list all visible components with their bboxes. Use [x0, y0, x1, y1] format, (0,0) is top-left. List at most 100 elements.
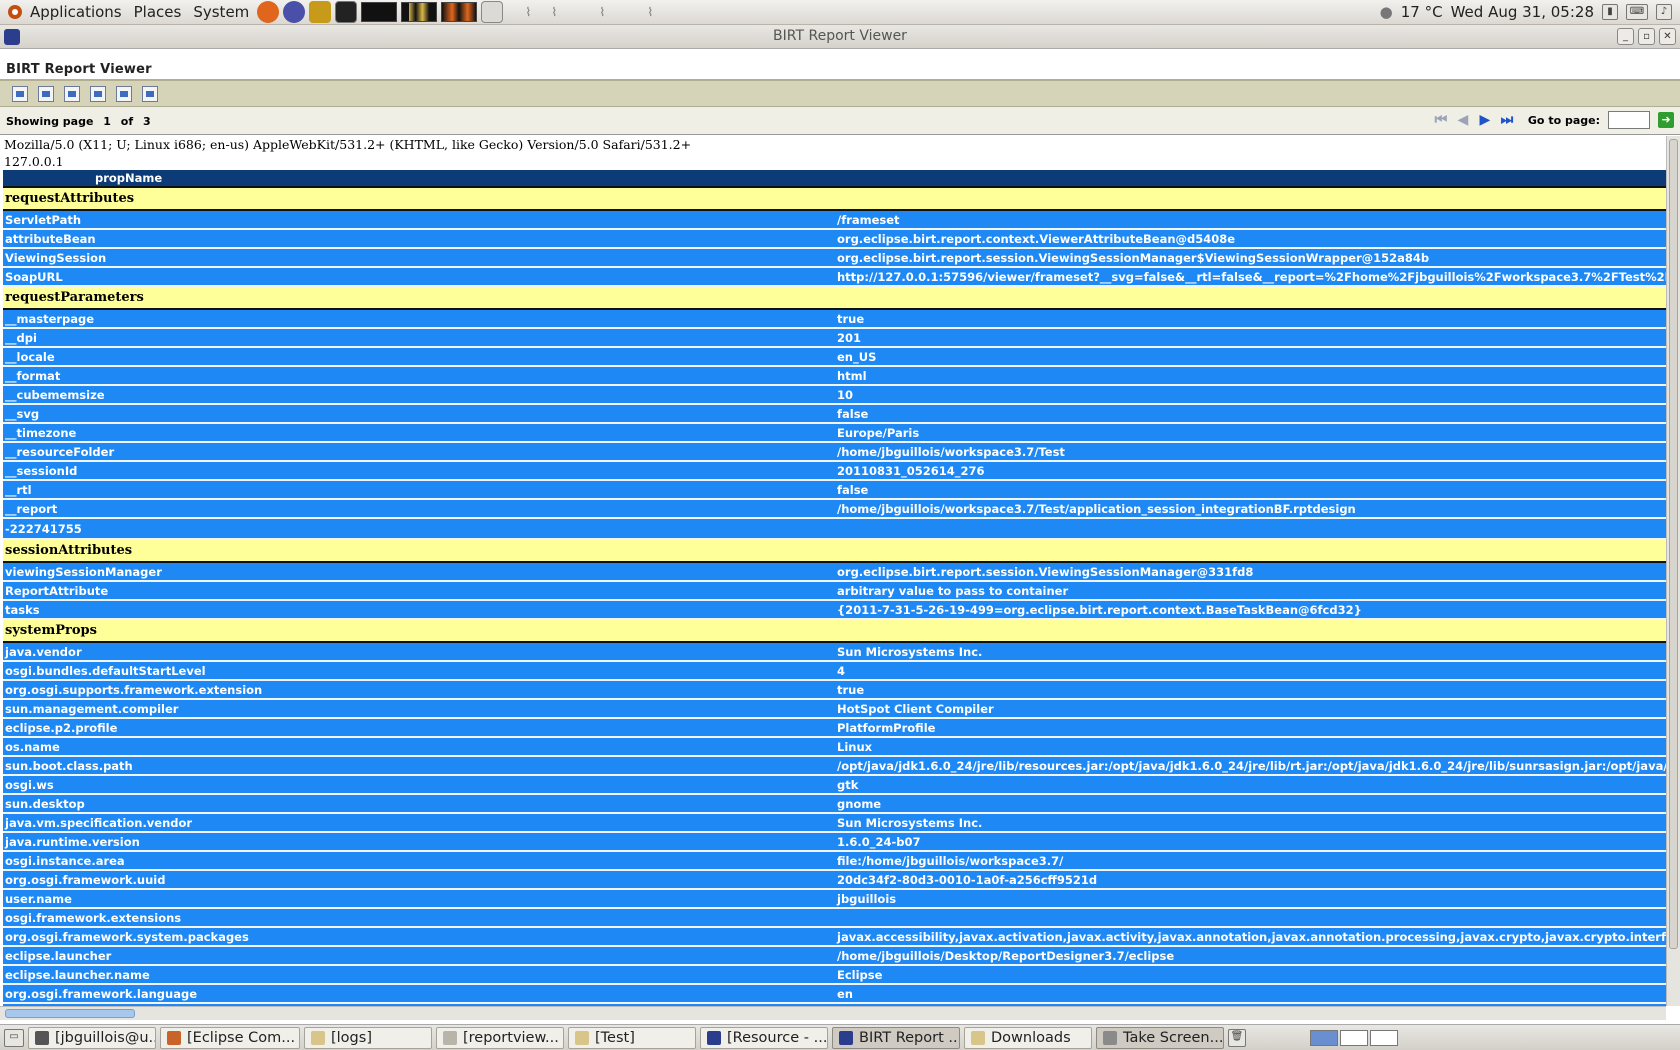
prop-name: osgi.bundles.defaultStartLevel: [3, 661, 835, 681]
horizontal-scrollbar[interactable]: [0, 1006, 1666, 1020]
showing-label: Showing page: [6, 115, 94, 128]
prop-name: __cubememsize: [3, 385, 835, 405]
prop-value: true: [835, 309, 1666, 329]
memory-monitor-icon[interactable]: [441, 2, 478, 22]
section-header: requestParameters: [3, 285, 1666, 310]
table-row: __sessionId 20110831_052614_276: [3, 461, 1666, 481]
prop-name: __report: [3, 499, 835, 519]
export-report-icon[interactable]: [90, 85, 106, 102]
cpu-monitor-icon[interactable]: [401, 2, 438, 22]
menu-applications[interactable]: Applications: [24, 3, 128, 21]
firefox-launcher-icon[interactable]: [257, 1, 280, 23]
table-row: ReportAttribute arbitrary value to pass t…: [3, 581, 1666, 601]
prop-name: java.runtime.version: [3, 832, 835, 852]
taskbar-item[interactable]: [reportview...: [436, 1026, 564, 1049]
taskbar-item[interactable]: BIRT Report ...: [832, 1026, 960, 1049]
section-header: systemProps: [3, 618, 1666, 643]
table-row: java.vendor Sun Microsystems Inc.: [3, 642, 1666, 662]
network-connection-icon-3[interactable]: ⌇: [591, 1, 613, 23]
section-title: sessionAttributes: [3, 538, 1666, 563]
prop-value: javax.accessibility,javax.activation,jav…: [835, 927, 1666, 947]
taskbar-item[interactable]: [jbguillois@u...: [28, 1026, 156, 1049]
battery-icon[interactable]: ▮: [1602, 4, 1618, 20]
prop-name: osgi.framework.extensions: [3, 908, 835, 928]
prop-name: ReportAttribute: [3, 581, 835, 601]
app-launcher-icon[interactable]: [309, 1, 332, 23]
prop-value: org.eclipse.birt.report.session.ViewingS…: [835, 248, 1666, 268]
prop-name: tasks: [3, 600, 835, 620]
prop-name: java.vendor: [3, 642, 835, 662]
taskbar-item[interactable]: [Eclipse Com...: [160, 1026, 300, 1049]
weather-temperature[interactable]: 17 °C: [1401, 3, 1443, 21]
print-icon[interactable]: [116, 85, 132, 102]
vertical-scrollbar[interactable]: [1666, 136, 1680, 1006]
prop-value: /opt/java/jdk1.6.0_24/jre/lib/resources.…: [835, 756, 1666, 776]
section-header: requestAttributes: [3, 186, 1666, 211]
prop-name: osgi.ws: [3, 775, 835, 795]
prop-value: /home/jbguillois/workspace3.7/Test/appli…: [835, 499, 1666, 519]
gnome-foot-icon[interactable]: [6, 3, 24, 21]
prop-value: {2011-7-31-5-26-19-499=org.eclipse.birt.…: [835, 600, 1666, 620]
toc-icon[interactable]: [12, 85, 28, 102]
show-desktop-icon[interactable]: ▭: [4, 1028, 24, 1047]
taskbar-item-label: [logs]: [331, 1029, 372, 1046]
network-connection-icon-4[interactable]: ⌇: [639, 1, 661, 23]
print-server-icon[interactable]: [142, 85, 158, 102]
taskbar-item-label: [Test]: [595, 1029, 635, 1046]
last-page-icon[interactable]: ⏭: [1500, 112, 1514, 128]
table-row: eclipse.launcher/home/jbguillois/Desktop…: [3, 946, 1666, 966]
network-connection-icon-2[interactable]: ⌇: [543, 1, 565, 23]
taskbar-item[interactable]: [Resource - ...: [700, 1026, 828, 1049]
taskbar-app-icon: [1103, 1030, 1117, 1045]
table-row: __masterpage true: [3, 309, 1666, 329]
workspace-2[interactable]: [1340, 1029, 1368, 1046]
taskbar-item[interactable]: Downloads: [964, 1026, 1092, 1049]
menu-places[interactable]: Places: [128, 3, 188, 21]
window-titlebar[interactable]: BIRT Report Viewer _ ▫ ✕: [0, 25, 1680, 49]
screenshot-launcher-icon[interactable]: [481, 1, 504, 23]
prop-value: en: [835, 984, 1666, 1004]
close-button[interactable]: ✕: [1659, 28, 1676, 45]
volume-icon[interactable]: ♪: [1656, 4, 1672, 20]
prop-name: java.vm.specification.vendor: [3, 813, 835, 833]
maximize-button[interactable]: ▫: [1638, 28, 1655, 45]
section-title: requestAttributes: [3, 186, 1666, 211]
taskbar-item[interactable]: Take Screen...: [1096, 1026, 1224, 1049]
menu-system[interactable]: System: [187, 3, 255, 21]
next-page-icon[interactable]: ▶: [1478, 112, 1492, 128]
parameters-icon[interactable]: [38, 85, 54, 102]
goto-page-input[interactable]: [1608, 111, 1650, 129]
table-row: __format html: [3, 366, 1666, 386]
taskbar-app-icon: [707, 1030, 721, 1045]
workspace-3[interactable]: [1370, 1029, 1398, 1046]
taskbar-item[interactable]: [logs]: [304, 1026, 432, 1049]
prop-value: Linux: [835, 737, 1666, 757]
workspace-1[interactable]: [1310, 1029, 1338, 1046]
network-connection-icon[interactable]: ⌇: [517, 1, 539, 23]
prop-value: /home/jbguillois/workspace3.7/Test: [835, 442, 1666, 462]
clock[interactable]: Wed Aug 31, 05:28: [1451, 3, 1594, 21]
prop-value: PlatformProfile: [835, 718, 1666, 738]
weather-icon: ●: [1379, 3, 1393, 21]
minimize-button[interactable]: _: [1617, 28, 1634, 45]
goto-page-button[interactable]: ➜: [1658, 112, 1674, 128]
eclipse-launcher-icon[interactable]: [283, 1, 306, 23]
vertical-scroll-thumb[interactable]: [1669, 139, 1678, 949]
export-data-icon[interactable]: [64, 85, 80, 102]
terminal-launcher-icon[interactable]: [335, 1, 358, 23]
report-content[interactable]: Mozilla/5.0 (X11; U; Linux i686; en-us) …: [0, 136, 1666, 1006]
workspace-switcher[interactable]: [1310, 1029, 1398, 1046]
taskbar-app-icon: [167, 1030, 181, 1045]
first-page-icon[interactable]: ⏮: [1434, 112, 1448, 128]
prop-value: 4: [835, 661, 1666, 681]
horizontal-scroll-thumb[interactable]: [5, 1009, 135, 1018]
table-row: viewingSessionManager org.eclipse.birt.re…: [3, 562, 1666, 582]
keyboard-icon[interactable]: ⌨: [1626, 4, 1648, 20]
trash-icon[interactable]: 🗑: [1228, 1028, 1246, 1047]
prop-value: http://127.0.0.1:57596/viewer/frameset?_…: [835, 267, 1666, 287]
table-row: __svg false: [3, 404, 1666, 424]
network-monitor-icon[interactable]: [361, 2, 398, 22]
table-row: eclipse.launcher.name Eclipse: [3, 965, 1666, 985]
taskbar-item[interactable]: [Test]: [568, 1026, 696, 1049]
previous-page-icon[interactable]: ◀: [1456, 112, 1470, 128]
